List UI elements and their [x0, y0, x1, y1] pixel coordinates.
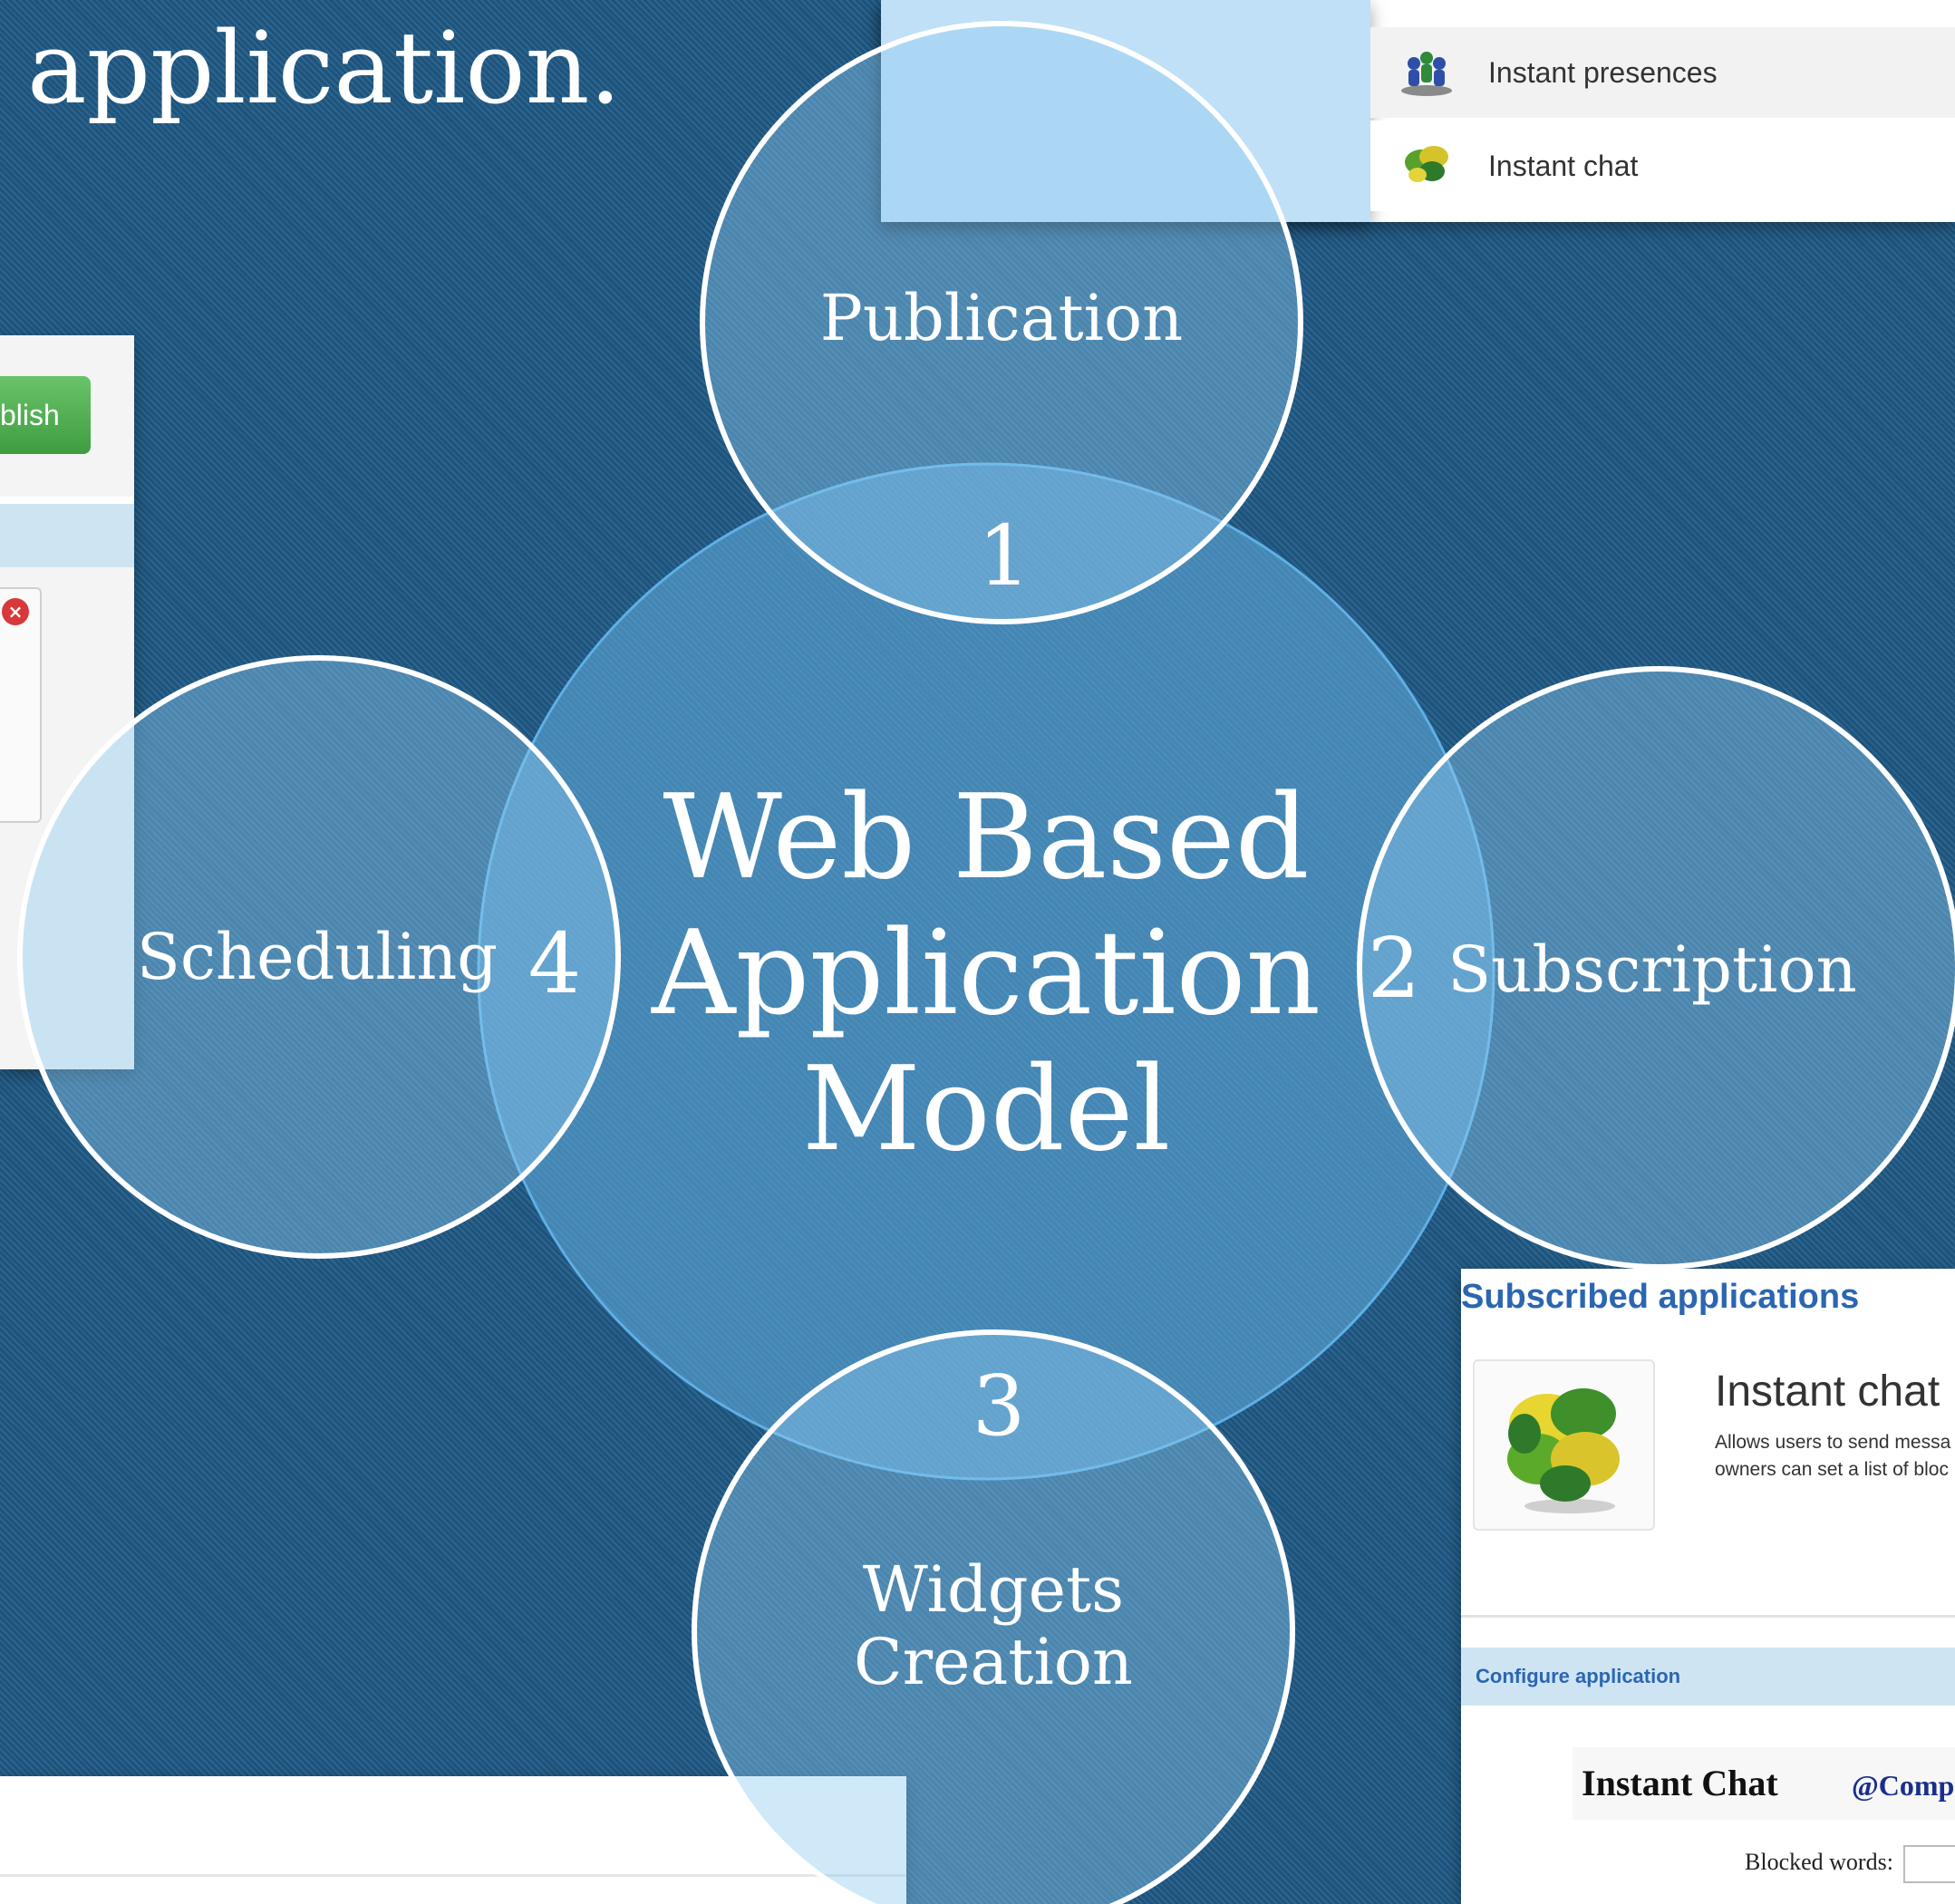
step-number-4: 4: [528, 915, 582, 1012]
step-number-3: 3: [973, 1358, 1026, 1455]
center-title-line-3: Model: [802, 1042, 1171, 1177]
scheduling-label: Scheduling: [137, 920, 498, 994]
creation-label: Creation: [854, 1625, 1133, 1699]
publication-label: Publication: [820, 281, 1183, 355]
center-title-line-1: Web Based: [663, 770, 1309, 905]
step-number-2: 2: [1368, 920, 1421, 1017]
application-model-diagram: Web Based Application Model Publication …: [17, 21, 1955, 1904]
center-title-line-2: Application: [651, 906, 1321, 1041]
subscription-label: Subscription: [1447, 933, 1856, 1007]
widgets-label: Widgets: [863, 1552, 1124, 1627]
step-number-1: 1: [978, 507, 1031, 604]
